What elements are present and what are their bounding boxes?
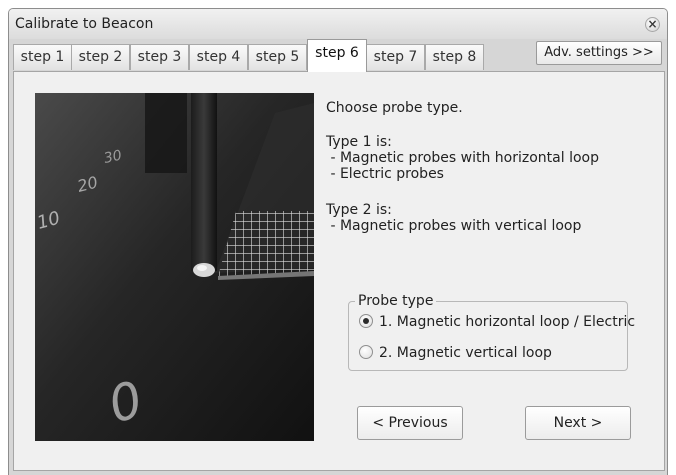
calibrate-window: Calibrate to Beacon × step 1 step 2 step… — [8, 8, 668, 475]
radio-checked-icon[interactable] — [359, 314, 373, 328]
probe-photo: 30 20 10 0 — [35, 93, 314, 441]
probe-photo-image: 30 20 10 0 — [35, 93, 314, 441]
tab-step-6[interactable]: step 6 — [307, 39, 367, 72]
tab-step-7[interactable]: step 7 — [366, 44, 425, 70]
step-6-panel: 30 20 10 0 Choose probe type. Type 1 is:… — [13, 71, 665, 471]
adv-settings-button[interactable]: Adv. settings >> — [536, 41, 662, 65]
radio-label-horizontal-electric: 1. Magnetic horizontal loop / Electric — [379, 314, 636, 330]
tab-step-4[interactable]: step 4 — [189, 44, 248, 70]
radio-option-vertical[interactable]: 2. Magnetic vertical loop — [359, 343, 552, 363]
probe-type-group: Probe type 1. Magnetic horizontal loop /… — [348, 293, 635, 371]
window-title: Calibrate to Beacon — [15, 16, 154, 32]
type-1-description: Type 1 is: - Magnetic probes with horizo… — [326, 134, 599, 182]
previous-button[interactable]: < Previous — [357, 406, 463, 440]
probe-type-title: Probe type — [355, 293, 437, 309]
type-2-description: Type 2 is: - Magnetic probes with vertic… — [326, 202, 582, 234]
close-button[interactable]: × — [645, 17, 660, 32]
title-bar: Calibrate to Beacon × — [9, 9, 667, 39]
tab-step-5[interactable]: step 5 — [248, 44, 307, 70]
next-button[interactable]: Next > — [525, 406, 631, 440]
close-icon: × — [647, 17, 658, 31]
tab-step-1[interactable]: step 1 — [13, 44, 72, 70]
instruction-text: Choose probe type. — [326, 100, 463, 116]
tab-step-3[interactable]: step 3 — [130, 44, 189, 70]
tab-step-2[interactable]: step 2 — [71, 44, 130, 70]
radio-unchecked-icon[interactable] — [359, 345, 373, 359]
tab-step-8[interactable]: step 8 — [425, 44, 484, 70]
radio-option-horizontal-electric[interactable]: 1. Magnetic horizontal loop / Electric — [359, 312, 635, 332]
radio-label-vertical: 2. Magnetic vertical loop — [379, 345, 552, 361]
